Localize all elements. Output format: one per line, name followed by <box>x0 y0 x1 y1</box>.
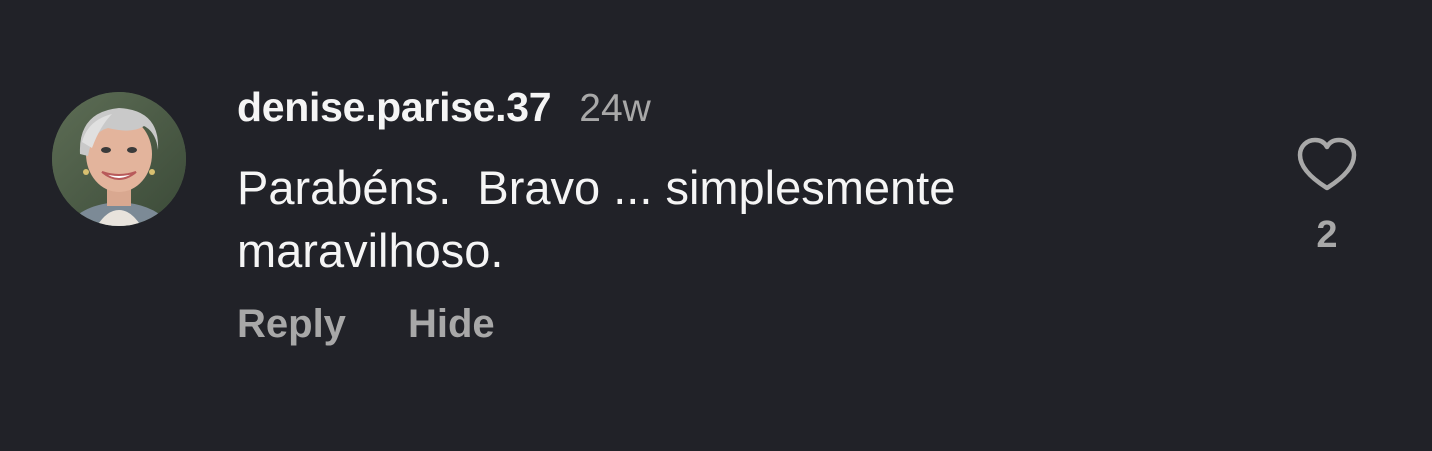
hide-button[interactable]: Hide <box>408 302 495 347</box>
like-count: 2 <box>1316 214 1338 256</box>
reply-button[interactable]: Reply <box>237 302 346 347</box>
timestamp: 24w <box>579 87 651 130</box>
heart-outline-icon[interactable] <box>1296 136 1358 192</box>
comment-item: denise.parise.37 24w Parabéns. Bravo ...… <box>0 0 1432 451</box>
comment-actions: Reply Hide <box>237 302 495 347</box>
like-control: 2 <box>1292 136 1362 257</box>
comment-text: Parabéns. Bravo ... simplesmente maravil… <box>237 161 956 277</box>
comment-header: denise.parise.37 24w <box>237 84 651 131</box>
avatar-image <box>52 92 186 226</box>
username-link[interactable]: denise.parise.37 <box>237 84 552 131</box>
avatar[interactable] <box>52 92 186 226</box>
